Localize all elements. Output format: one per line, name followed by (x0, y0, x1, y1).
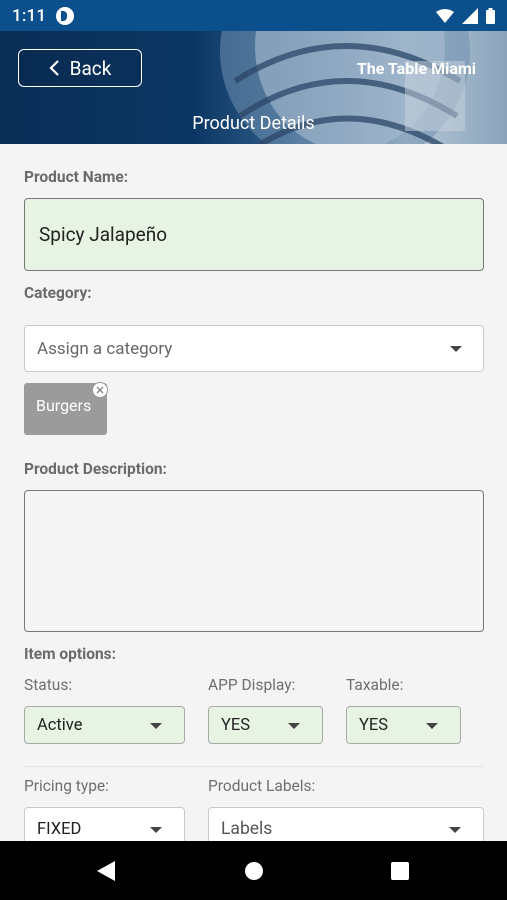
status-select[interactable]: Active (24, 706, 185, 744)
app-header: Back The Table Miami Product Details (0, 31, 507, 144)
back-button[interactable]: Back (18, 49, 142, 87)
category-label: Category: (24, 284, 92, 302)
product-labels-label: Product Labels: (208, 777, 316, 795)
category-chip: Burgers (24, 382, 108, 435)
chevron-down-icon (450, 346, 462, 352)
app-display-select[interactable]: YES (208, 706, 323, 744)
category-placeholder: Assign a category (37, 338, 173, 359)
pricing-type-select[interactable]: FIXED (24, 807, 185, 841)
description-textarea[interactable] (24, 490, 484, 632)
product-labels-select[interactable]: Labels (208, 807, 484, 841)
chevron-down-icon (426, 723, 438, 729)
close-icon (96, 386, 104, 394)
category-select[interactable]: Assign a category (24, 325, 484, 372)
nav-back-icon[interactable] (97, 861, 115, 881)
app-display-label: APP Display: (208, 676, 296, 694)
pricing-type-value: FIXED (37, 819, 82, 839)
status-label: Status: (24, 676, 73, 694)
product-labels-placeholder: Labels (221, 819, 273, 839)
system-navigation-bar (0, 841, 507, 900)
taxable-value: YES (359, 715, 389, 735)
status-value: Active (37, 715, 83, 735)
wifi-icon (436, 8, 454, 23)
description-label: Product Description: (24, 460, 167, 478)
chip-remove-button[interactable] (92, 382, 108, 398)
status-bar: 1:11 (0, 0, 507, 31)
product-name-value: Spicy Jalapeño (39, 223, 168, 246)
category-chip-label: Burgers (36, 396, 92, 415)
product-name-input[interactable]: Spicy Jalapeño (24, 198, 484, 271)
taxable-select[interactable]: YES (346, 706, 461, 744)
nav-home-icon[interactable] (245, 862, 263, 880)
taxable-label: Taxable: (346, 676, 404, 694)
chevron-down-icon (150, 827, 162, 833)
divider (24, 766, 484, 767)
chevron-down-icon (449, 827, 461, 833)
chevron-down-icon (150, 723, 162, 729)
app-notification-icon (56, 6, 75, 25)
app-display-value: YES (221, 715, 251, 735)
chevron-left-icon (49, 60, 59, 76)
signal-icon (462, 7, 478, 24)
item-options-label: Item options: (24, 645, 117, 663)
nav-recents-icon[interactable] (391, 862, 409, 880)
status-icons (436, 7, 495, 24)
pricing-type-label: Pricing type: (24, 777, 109, 795)
product-name-label: Product Name: (24, 168, 129, 186)
page-title: Product Details (192, 113, 315, 134)
status-time: 1:11 (12, 5, 47, 26)
restaurant-name: The Table Miami (356, 59, 476, 78)
chevron-down-icon (288, 723, 300, 729)
product-details-form: Product Name: Spicy Jalapeño Category: A… (0, 144, 507, 841)
battery-icon (486, 7, 495, 24)
back-button-label: Back (69, 56, 112, 80)
